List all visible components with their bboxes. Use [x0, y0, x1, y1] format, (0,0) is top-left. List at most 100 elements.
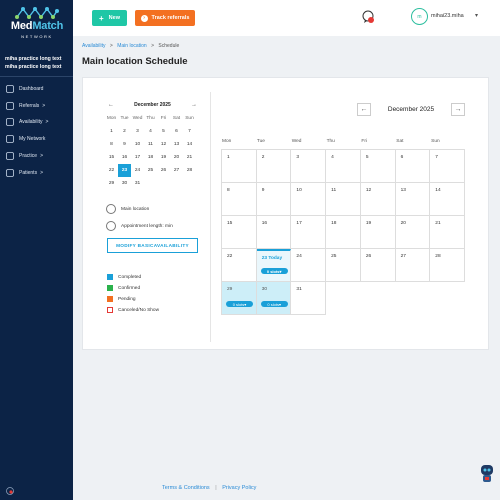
username[interactable]: mihai23.miha: [431, 13, 464, 19]
sidebar: MedMatch NETWORK miha practice long text…: [0, 0, 73, 500]
mini-day[interactable]: 30: [118, 177, 131, 190]
mini-day[interactable]: 24: [131, 164, 144, 177]
notification-dot-icon[interactable]: [6, 487, 14, 495]
calendar-day-cell[interactable]: 17: [291, 216, 327, 249]
chat-assistant-robot-icon[interactable]: [478, 463, 496, 485]
calendar-day-cell[interactable]: 22: [222, 249, 257, 282]
calendar-day-cell[interactable]: 24: [291, 249, 327, 282]
mini-day[interactable]: 20: [170, 151, 183, 164]
calendar-day-cell[interactable]: 16: [256, 216, 292, 249]
calendar-day-cell[interactable]: 19: [360, 216, 396, 249]
sidebar-item-referrals[interactable]: Referrals >: [6, 100, 70, 112]
calendar-day-cell[interactable]: 5: [360, 150, 396, 183]
arrow-right-icon[interactable]: →: [451, 103, 465, 116]
mini-day[interactable]: 7: [183, 125, 196, 138]
calendar-day-cell[interactable]: 2: [256, 150, 292, 183]
calendar-day-cell[interactable]: 6: [395, 150, 431, 183]
calendar-day-cell[interactable]: 25: [326, 249, 361, 282]
checkbox-icon[interactable]: [107, 307, 113, 313]
calendar-day-cell[interactable]: 7: [430, 150, 465, 183]
calendar-day-cell[interactable]: 9: [256, 183, 292, 216]
checkbox-icon[interactable]: [107, 285, 113, 291]
calendar-day-cell[interactable]: 14: [430, 183, 465, 216]
sidebar-item-my-network[interactable]: My Network: [6, 133, 70, 145]
calendar-day-cell[interactable]: 23 Today 0 slots▾: [256, 249, 292, 282]
chevron-down-icon[interactable]: ▾: [475, 12, 478, 19]
mini-day[interactable]: 5: [157, 125, 170, 138]
mini-day[interactable]: 6: [170, 125, 183, 138]
calendar-day-cell[interactable]: 4: [326, 150, 361, 183]
sidebar-item-patients[interactable]: Patients >: [6, 167, 70, 179]
weekday-label: Mon: [222, 139, 232, 144]
mini-day[interactable]: 8: [105, 138, 118, 151]
calendar-day-cell[interactable]: 21: [430, 216, 465, 249]
modify-availability-button[interactable]: MODIFY BASIC AVAILABILITY: [107, 238, 198, 253]
arrow-left-icon[interactable]: ←: [105, 102, 117, 108]
mini-day[interactable]: 22: [105, 164, 118, 177]
calendar-day-cell[interactable]: 15: [222, 216, 257, 249]
mini-day[interactable]: 19: [157, 151, 170, 164]
sidebar-item-availability[interactable]: Availability >: [6, 116, 70, 128]
slots-dropdown[interactable]: 0 slots▾: [226, 301, 253, 307]
mini-day[interactable]: 12: [157, 138, 170, 151]
mini-day[interactable]: 27: [170, 164, 183, 177]
mini-day[interactable]: 1: [105, 125, 118, 138]
breadcrumb-main-location[interactable]: Main location: [117, 43, 146, 49]
mini-day[interactable]: 29: [105, 177, 118, 190]
mini-day[interactable]: 25: [144, 164, 157, 177]
logo-wordmark: MedMatch: [10, 20, 64, 32]
mini-day[interactable]: 18: [144, 151, 157, 164]
mini-day[interactable]: 15: [105, 151, 118, 164]
slots-dropdown[interactable]: 0 slots▾: [260, 268, 288, 274]
new-button[interactable]: + New: [92, 10, 127, 26]
mini-day[interactable]: 3: [131, 125, 144, 138]
track-referrals-button[interactable]: › Track referrals: [135, 10, 195, 26]
calendar-day-cell[interactable]: 12: [360, 183, 396, 216]
calendar-day-cell[interactable]: 31: [291, 282, 327, 315]
logo-subtitle: NETWORK: [21, 34, 53, 39]
calendar-day-cell[interactable]: 20: [395, 216, 431, 249]
checkbox-icon[interactable]: [107, 274, 113, 280]
calendar-day-cell[interactable]: 29 0 slots▾: [222, 282, 257, 315]
referrals-icon: [6, 101, 14, 110]
calendar-day-cell[interactable]: 3: [291, 150, 327, 183]
calendar-day-cell[interactable]: 10: [291, 183, 327, 216]
mini-day[interactable]: 23: [118, 164, 131, 177]
arrow-right-icon[interactable]: →: [188, 102, 200, 108]
mini-day[interactable]: 9: [118, 138, 131, 151]
breadcrumb-availability[interactable]: Availability: [82, 43, 106, 49]
medmatch-logo[interactable]: MedMatch NETWORK: [6, 6, 68, 46]
terms-link[interactable]: Terms & Conditions: [162, 485, 210, 491]
privacy-link[interactable]: Privacy Policy: [222, 485, 256, 491]
mini-weekday: Wed: [132, 116, 143, 121]
mini-day[interactable]: 26: [157, 164, 170, 177]
mini-day[interactable]: 16: [118, 151, 131, 164]
mini-day[interactable]: 17: [131, 151, 144, 164]
mini-day[interactable]: 28: [183, 164, 196, 177]
mini-day[interactable]: 13: [170, 138, 183, 151]
chevron-right-icon: >: [40, 152, 43, 159]
calendar-day-cell[interactable]: 27: [395, 249, 431, 282]
mini-day[interactable]: 2: [118, 125, 131, 138]
calendar-day-cell[interactable]: 28: [430, 249, 465, 282]
mini-day[interactable]: 14: [183, 138, 196, 151]
mini-day[interactable]: 31: [131, 177, 144, 190]
sidebar-item-practice[interactable]: Practice >: [6, 150, 70, 162]
arrow-left-icon[interactable]: ←: [357, 103, 371, 116]
checkbox-icon[interactable]: [107, 296, 113, 302]
calendar-day-cell[interactable]: 11: [326, 183, 361, 216]
mini-day[interactable]: 11: [144, 138, 157, 151]
mini-day[interactable]: 4: [144, 125, 157, 138]
calendar-day-cell[interactable]: 8: [222, 183, 257, 216]
calendar-day-cell[interactable]: 18: [326, 216, 361, 249]
avatar[interactable]: m: [411, 8, 428, 25]
calendar-day-cell[interactable]: 26: [360, 249, 396, 282]
panel-divider: [210, 92, 211, 342]
mini-day[interactable]: 21: [183, 151, 196, 164]
sidebar-item-dashboard[interactable]: Dashboard: [6, 83, 70, 95]
slots-dropdown[interactable]: 0 slots▾: [260, 301, 288, 307]
mini-day[interactable]: 10: [131, 138, 144, 151]
calendar-day-cell[interactable]: 13: [395, 183, 431, 216]
calendar-day-cell[interactable]: 1: [222, 150, 257, 183]
calendar-day-cell[interactable]: 30 0 slots▾: [256, 282, 292, 315]
